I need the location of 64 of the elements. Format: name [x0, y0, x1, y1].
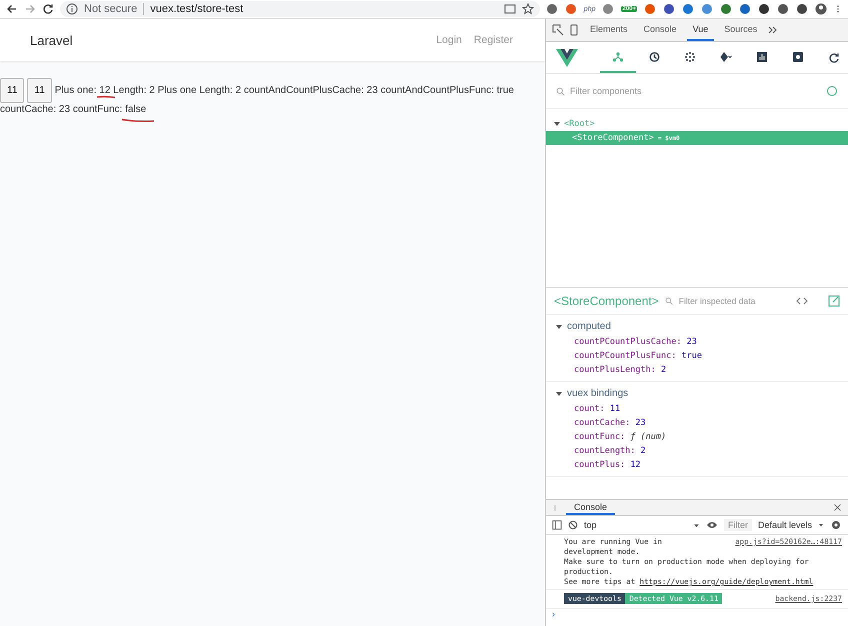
refresh-icon[interactable] — [828, 52, 840, 64]
caret-icon[interactable] — [556, 324, 562, 330]
history-icon[interactable] — [648, 50, 660, 62]
back-icon[interactable] — [6, 3, 18, 15]
extension-icon[interactable] — [758, 3, 770, 15]
count-button[interactable]: 11 — [0, 78, 24, 103]
vue-logo — [556, 48, 578, 66]
eye-icon[interactable] — [706, 519, 718, 531]
property-row-text: countPlus: 12 — [573, 459, 642, 472]
property-row-text: countLength: 2 — [573, 445, 647, 458]
console-tab[interactable]: Console — [566, 500, 616, 515]
star-icon[interactable] — [522, 3, 534, 15]
security-label: Not secure — [84, 3, 138, 15]
route-icon[interactable] — [720, 50, 732, 62]
property-row-text: countCache: 23 — [573, 417, 647, 430]
overflow-icon[interactable] — [767, 24, 780, 36]
levels-select[interactable]: Default levels — [758, 520, 812, 530]
prompt-icon[interactable]: › — [546, 609, 848, 619]
extension-icon[interactable] — [739, 3, 751, 15]
caret-icon[interactable] — [554, 121, 560, 127]
close-icon[interactable] — [833, 503, 842, 512]
property-row-text: countPCountPlusFunc: true — [573, 350, 703, 363]
reload-icon[interactable] — [42, 3, 54, 15]
property-row-text: count: 11 — [573, 403, 622, 416]
component-name: <Root> — [564, 119, 595, 129]
extension-icon[interactable] — [777, 3, 789, 15]
dots-icon[interactable] — [684, 50, 696, 62]
search-icon[interactable] — [556, 86, 565, 96]
devtools-tab[interactable]: Elements — [584, 19, 634, 41]
inspect-icon[interactable] — [552, 24, 564, 36]
output-text: Plus one: 12 Length: 2 Plus one Length: 2 countAndCountPlusCache: 23 countAndCountPlusFunc: true — [54, 85, 514, 96]
underline-mark — [96, 95, 116, 99]
caret-icon[interactable] — [692, 522, 700, 528]
address-bar[interactable]: Not secure vuex.test/store-test — [60, 1, 540, 17]
extension-icon[interactable] — [796, 3, 808, 15]
underline-mark — [121, 118, 155, 123]
component-name: <StoreComponent> — [572, 133, 654, 143]
inspector-title: <StoreComponent> — [554, 294, 659, 308]
brand-link[interactable]: Laravel — [30, 32, 424, 48]
search-icon[interactable] — [664, 297, 673, 305]
chart-icon[interactable] — [756, 50, 768, 62]
count-button[interactable]: 11 — [27, 78, 52, 103]
console-filter-field[interactable]: Filter — [724, 519, 752, 531]
device-icon[interactable] — [568, 24, 580, 36]
code-icon[interactable] — [796, 295, 808, 307]
account-icon[interactable] — [815, 3, 827, 15]
extension-icon[interactable] — [663, 3, 675, 15]
output-text: countCache: 23 countFunc: false — [0, 103, 146, 117]
extension-icon[interactable] — [546, 3, 558, 15]
section-title[interactable]: computed — [567, 321, 611, 332]
caret-icon[interactable] — [556, 390, 562, 396]
clear-icon[interactable] — [568, 520, 578, 530]
url-text: vuex.test/store-test — [143, 3, 244, 15]
devtools-tab[interactable]: Console — [638, 19, 683, 41]
devtools-tab[interactable]: Vue — [686, 19, 714, 41]
info-icon[interactable] — [66, 3, 78, 15]
property-row-text: countFunc: ƒ (num) — [573, 431, 668, 444]
context-select[interactable]: top — [584, 520, 687, 530]
devtools-tab[interactable]: Sources — [718, 19, 764, 41]
caret-icon[interactable] — [818, 522, 824, 528]
property-row-text: countPlusLength: 2 — [573, 364, 668, 377]
section-title[interactable]: vuex bindings — [567, 388, 628, 399]
sidebar-icon[interactable] — [552, 520, 562, 530]
property-row-text: countPCountPlusCache: 23 — [573, 336, 698, 349]
